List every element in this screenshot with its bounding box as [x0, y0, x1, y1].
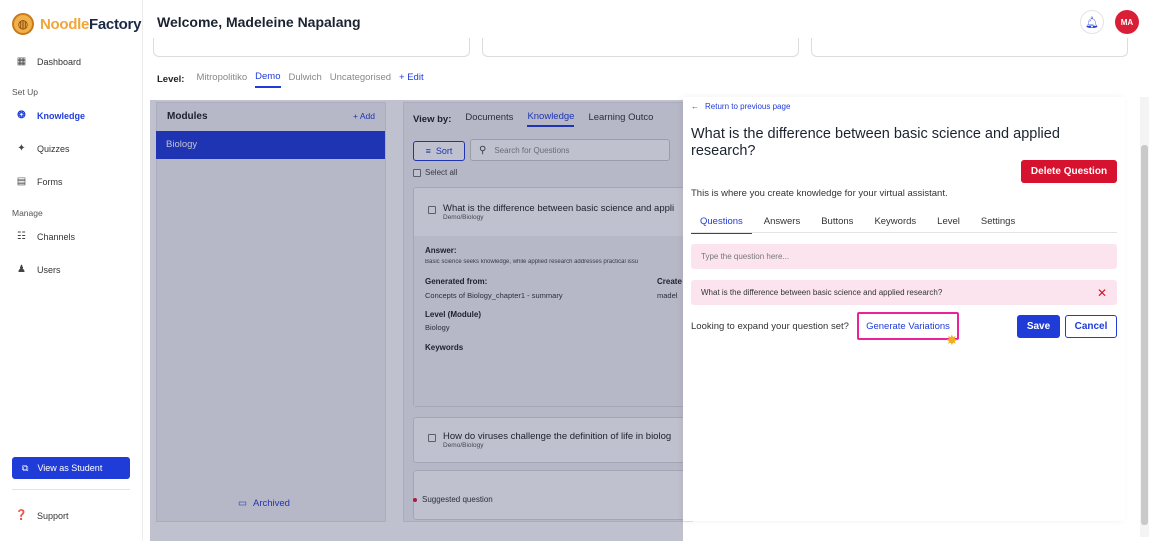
help-icon: ❓: [15, 510, 28, 521]
return-link[interactable]: ← Return to previous page: [691, 102, 790, 111]
logo-factory-text: Factory: [89, 15, 142, 33]
arrow-left-icon: ←: [691, 102, 699, 111]
section-label-setup: Set Up: [12, 87, 38, 97]
generate-variations-button[interactable]: Generate Variations: [857, 312, 959, 340]
level-tab[interactable]: Dulwich: [289, 72, 322, 87]
view-as-student-button[interactable]: ⧉ View as Student: [12, 457, 130, 479]
sidebar-item-label: Support: [37, 510, 69, 521]
welcome-heading: Welcome, Madeleine Napalang: [157, 14, 361, 30]
sidebar-item-label: Forms: [37, 176, 63, 187]
tab-divider: [691, 232, 1117, 233]
sidebar-item-knowledge[interactable]: ❂ Knowledge: [16, 110, 85, 121]
section-label-manage: Manage: [12, 208, 43, 218]
level-label: Level:: [157, 74, 185, 85]
sidebar-divider: [12, 489, 130, 490]
edit-levels-link[interactable]: + Edit: [399, 72, 424, 87]
close-icon[interactable]: ✕: [1097, 287, 1107, 299]
level-tab[interactable]: Uncategorised: [330, 72, 391, 87]
level-tab[interactable]: Mitropolitiko: [196, 72, 247, 87]
lightbulb-icon: ✦: [17, 143, 26, 154]
question-variation-text[interactable]: What is the difference between basic sci…: [701, 288, 942, 297]
logo[interactable]: ◍ NoodleFactory: [12, 13, 141, 35]
cursor-pointer-icon: ✸: [946, 332, 958, 348]
sidebar-item-quizzes[interactable]: ✦ Quizzes: [16, 143, 70, 154]
question-input[interactable]: Type the question here...: [691, 244, 1117, 269]
people-icon: ☷: [17, 231, 26, 242]
sidebar-item-label: Knowledge: [37, 110, 86, 121]
sidebar-item-forms[interactable]: ▤ Forms: [16, 176, 63, 187]
sidebar-item-label: Dashboard: [37, 56, 82, 67]
form-icon: ▤: [16, 176, 27, 187]
logo-noodle-text: Noodle: [40, 15, 90, 33]
stat-card: [153, 38, 470, 57]
sidebar-item-channels[interactable]: ☷ Channels: [16, 231, 75, 242]
noodle-bowl-icon: ◍: [12, 13, 34, 35]
notification-bell-icon[interactable]: 🔔︎: [1080, 10, 1104, 34]
level-selector: Level: Mitropolitiko Demo Dulwich Uncate…: [157, 71, 432, 88]
expand-prompt: Looking to expand your question set?: [691, 321, 849, 332]
sidebar-item-dashboard[interactable]: ▦ Dashboard: [16, 56, 81, 67]
level-tab-active[interactable]: Demo: [255, 71, 281, 88]
return-label: Return to previous page: [705, 102, 791, 111]
brain-icon: ❂: [17, 110, 26, 121]
sidebar-item-support[interactable]: ❓ Support: [15, 510, 69, 521]
avatar[interactable]: MA: [1115, 10, 1139, 34]
stat-card: [482, 38, 799, 57]
sidebar-item-label: Users: [37, 264, 61, 275]
delete-question-button[interactable]: Delete Question: [1021, 160, 1117, 183]
question-variation-row: What is the difference between basic sci…: [691, 280, 1117, 305]
sidebar-item-users[interactable]: ♟ Users: [16, 264, 61, 275]
sidebar-item-label: Channels: [37, 231, 76, 242]
modal-backdrop[interactable]: [150, 100, 683, 541]
sidebar-item-label: Quizzes: [37, 143, 70, 154]
view-as-student-label: View as Student: [37, 463, 103, 473]
user-icon: ♟: [17, 264, 26, 275]
cancel-button[interactable]: Cancel: [1065, 315, 1117, 338]
drawer-title: What is the difference between basic sci…: [691, 126, 1060, 159]
stat-card: [811, 38, 1128, 57]
scrollbar-thumb[interactable]: [1141, 145, 1148, 525]
drawer-description: This is where you create knowledge for y…: [691, 188, 948, 199]
save-button[interactable]: Save: [1017, 315, 1060, 338]
external-link-icon: ⧉: [22, 462, 29, 473]
dashboard-icon: ▦: [16, 56, 27, 67]
